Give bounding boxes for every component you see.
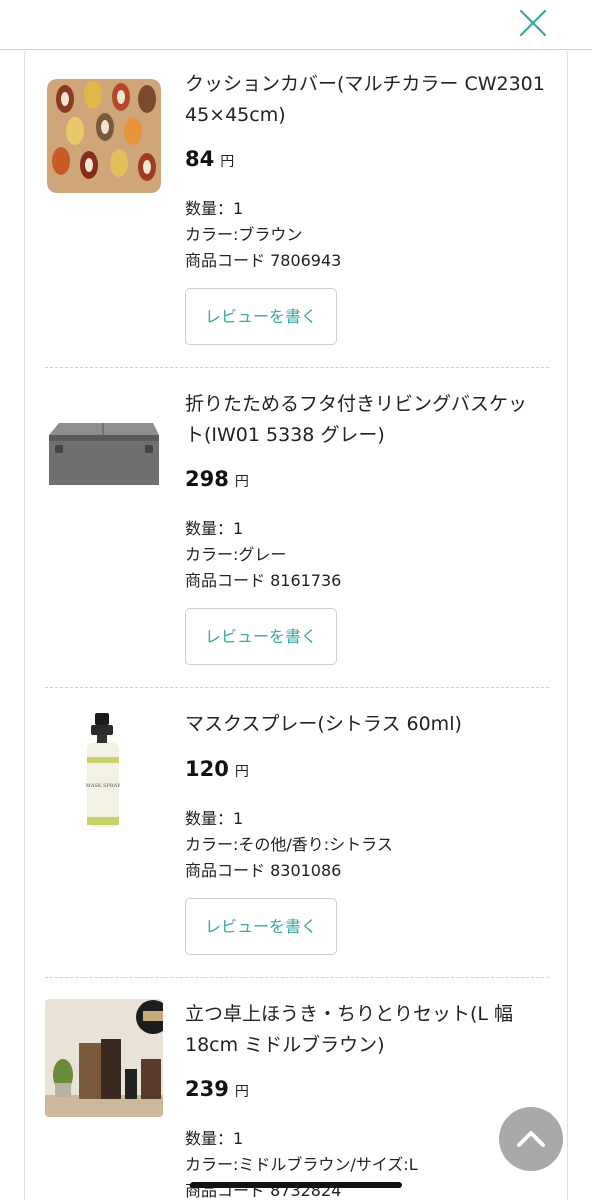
price-value: 239 <box>185 1077 229 1101</box>
write-review-button[interactable]: レビューを書く <box>185 288 337 345</box>
broom-set-image <box>45 999 163 1117</box>
product-name[interactable]: 立つ卓上ほうき・ちりとりセット(L 幅18cm ミドルブラウン) <box>185 999 545 1061</box>
price-currency: 円 <box>220 154 235 170</box>
quantity-text: 数量：1 <box>185 809 244 828</box>
product-name[interactable]: 折りたためるフタ付きリビングバスケット(IW01 5338 グレー) <box>185 389 545 451</box>
product-details: 数量：1 カラー:グレー 商品コード 8161736 <box>185 516 341 594</box>
product-details: 数量：1 カラー:ブラウン 商品コード 7806943 <box>185 196 341 274</box>
color-text: カラー:その他/香り:シトラス <box>185 835 393 854</box>
color-text: カラー:ミドルブラウン/サイズ:L <box>185 1155 418 1174</box>
quantity-text: 数量：1 <box>185 199 244 218</box>
product-name[interactable]: マスクスプレー(シトラス 60ml) <box>185 709 545 740</box>
product-code-text: 商品コード 8161736 <box>185 571 342 590</box>
price-value: 120 <box>185 757 229 781</box>
product-price: 84 円 <box>185 147 234 179</box>
price-value: 84 <box>185 147 215 171</box>
divider <box>45 687 549 688</box>
product-price: 120 円 <box>185 757 249 789</box>
product-image-mask-spray[interactable]: MASK SPRAY <box>41 709 167 835</box>
color-text: カラー:グレー <box>185 545 287 564</box>
quantity-text: 数量：1 <box>185 1129 244 1148</box>
scroll-to-top-button[interactable] <box>499 1107 563 1171</box>
color-text: カラー:ブラウン <box>185 225 303 244</box>
home-indicator <box>190 1182 402 1188</box>
product-details: 数量：1 カラー:ミドルブラウン/サイズ:L 商品コード 8732824 <box>185 1126 418 1200</box>
product-code-text: 商品コード 8301086 <box>185 861 342 880</box>
price-currency: 円 <box>234 1084 249 1100</box>
product-details: 数量：1 カラー:その他/香り:シトラス 商品コード 8301086 <box>185 806 393 884</box>
product-image-cushion-cover[interactable] <box>41 73 167 199</box>
top-bar <box>0 0 592 50</box>
write-review-button[interactable]: レビューを書く <box>185 608 337 665</box>
product-image-storage-basket[interactable] <box>41 383 167 509</box>
price-currency: 円 <box>234 474 249 490</box>
order-item-list[interactable]: クッションカバー(マルチカラー CW2301 45×45cm) 84 円 数量：1… <box>24 51 568 1200</box>
quantity-text: 数量：1 <box>185 519 244 538</box>
cushion-image <box>47 79 161 193</box>
product-image-broom-set[interactable] <box>45 999 163 1117</box>
close-button[interactable] <box>514 4 552 42</box>
chevron-up-icon <box>517 1131 545 1147</box>
basket-image <box>49 423 159 485</box>
product-price: 298 円 <box>185 467 249 499</box>
divider <box>45 977 549 978</box>
product-name[interactable]: クッションカバー(マルチカラー CW2301 45×45cm) <box>185 69 545 131</box>
spray-bottle-image: MASK SPRAY <box>86 713 121 827</box>
write-review-button[interactable]: レビューを書く <box>185 898 337 955</box>
price-currency: 円 <box>234 764 249 780</box>
price-value: 298 <box>185 467 229 491</box>
close-icon <box>519 9 547 37</box>
bottle-label-text: MASK SPRAY <box>86 783 121 789</box>
divider <box>45 367 549 368</box>
product-code-text: 商品コード 7806943 <box>185 251 342 270</box>
product-price: 239 円 <box>185 1077 249 1109</box>
